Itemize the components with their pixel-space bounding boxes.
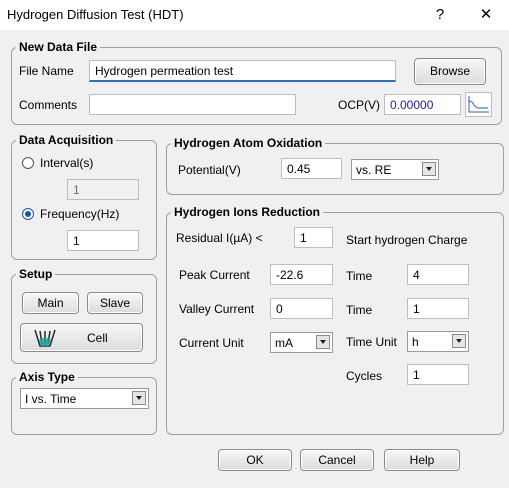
cycles-input[interactable]: 1 — [407, 364, 469, 385]
ocp-label: OCP(V) — [338, 98, 380, 112]
cell-icon — [34, 329, 56, 347]
start-charge-label: Start hydrogen Charge — [346, 233, 468, 247]
hydrogen-atom-oxidation-title: Hydrogen Atom Oxidation — [171, 136, 326, 150]
time-unit-label: Time Unit — [346, 335, 397, 349]
cell-label: Cell — [87, 331, 108, 345]
window-title: Hydrogen Diffusion Test (HDT) — [7, 7, 184, 22]
cancel-button[interactable]: Cancel — [300, 449, 374, 471]
chevron-down-icon — [316, 335, 330, 349]
time1-label: Time — [346, 269, 373, 283]
axis-type-value: I vs. Time — [25, 392, 77, 406]
file-name-input[interactable]: Hydrogen permeation test — [89, 60, 396, 82]
reference-select[interactable]: vs. RE — [351, 159, 439, 180]
help-title-button[interactable]: ? — [428, 5, 452, 25]
interval-label: Interval(s) — [40, 156, 94, 170]
reference-value: vs. RE — [356, 163, 392, 177]
valley-current-input[interactable]: 0 — [270, 298, 333, 319]
interval-input: 1 — [67, 179, 139, 200]
chevron-down-icon — [132, 391, 146, 405]
frequency-radio[interactable] — [22, 208, 34, 220]
slave-button[interactable]: Slave — [87, 292, 143, 314]
time1-input[interactable]: 4 — [407, 264, 469, 285]
hydrogen-ions-reduction-title: Hydrogen Ions Reduction — [171, 205, 324, 219]
valley-current-label: Valley Current — [179, 302, 255, 316]
ocp-value-field: 0.00000 — [384, 94, 461, 115]
peak-current-label: Peak Current — [179, 268, 250, 282]
comments-label: Comments — [19, 98, 78, 112]
axis-type-select[interactable]: I vs. Time — [20, 388, 149, 409]
ocp-curve-icon — [468, 96, 489, 113]
data-acquisition-title: Data Acquisition — [16, 133, 117, 147]
frequency-label: Frequency(Hz) — [40, 207, 120, 221]
current-unit-label: Current Unit — [179, 336, 244, 350]
time2-label: Time — [346, 303, 373, 317]
residual-current-label: Residual I(µA) < — [176, 231, 263, 245]
chevron-down-icon — [452, 334, 466, 348]
setup-title: Setup — [16, 267, 56, 281]
peak-current-input[interactable]: -22.6 — [270, 264, 333, 285]
file-name-label: File Name — [19, 64, 74, 78]
potential-input[interactable]: 0.45 — [281, 158, 342, 179]
chevron-down-icon — [422, 162, 436, 176]
ocp-graph-button[interactable] — [465, 92, 492, 117]
time2-input[interactable]: 1 — [407, 298, 469, 319]
interval-radio[interactable] — [22, 157, 34, 169]
time-unit-value: h — [412, 335, 419, 349]
current-unit-value: mA — [275, 336, 293, 350]
comments-input[interactable] — [89, 94, 296, 115]
axis-type-title: Axis Type — [16, 370, 78, 384]
new-data-file-title: New Data File — [16, 40, 101, 54]
cycles-label: Cycles — [346, 369, 383, 383]
residual-current-input[interactable]: 1 — [294, 227, 333, 248]
browse-button[interactable]: Browse — [414, 58, 486, 85]
ok-button[interactable]: OK — [218, 449, 292, 471]
main-button[interactable]: Main — [22, 292, 79, 314]
close-button[interactable]: ✕ — [474, 5, 498, 25]
frequency-input[interactable]: 1 — [67, 230, 139, 251]
cell-button[interactable]: Cell — [20, 323, 143, 352]
current-unit-select[interactable]: mA — [270, 332, 333, 353]
help-button[interactable]: Help — [384, 449, 460, 471]
time-unit-select[interactable]: h — [407, 331, 469, 352]
potential-label: Potential(V) — [178, 163, 241, 177]
